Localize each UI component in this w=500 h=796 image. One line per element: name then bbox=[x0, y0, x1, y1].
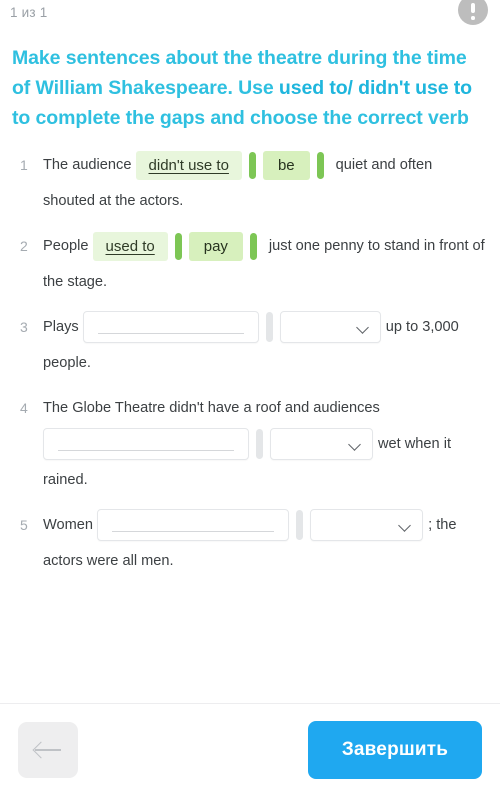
finish-button[interactable]: Завершить bbox=[308, 721, 482, 779]
separator-bar bbox=[296, 510, 304, 541]
task-title: Make sentences about the theatre during … bbox=[12, 43, 488, 133]
separator-bar bbox=[248, 151, 256, 179]
question-row: 2 People used to pay just one penny to sta… bbox=[14, 228, 488, 300]
question-row: 1 The audience didn't use to be quiet and … bbox=[14, 147, 488, 219]
answer-input[interactable]: used to bbox=[92, 231, 168, 261]
question-number: 4 bbox=[20, 400, 28, 416]
page-counter: 1 из 1 bbox=[10, 5, 48, 20]
question-lead-text: People bbox=[43, 238, 89, 254]
separator-bar bbox=[174, 232, 182, 260]
separator-bar bbox=[265, 312, 273, 343]
exclamation-circle-icon[interactable] bbox=[458, 0, 488, 25]
top-bar: 1 из 1 bbox=[0, 0, 500, 34]
answer-input[interactable]: didn't use to bbox=[135, 150, 242, 180]
verb-select[interactable] bbox=[279, 311, 381, 344]
footer-bar: Завершить bbox=[0, 704, 500, 796]
verb-select[interactable]: be bbox=[262, 150, 310, 180]
question-number: 5 bbox=[20, 517, 28, 533]
separator-bar bbox=[316, 151, 324, 179]
separator-bar bbox=[256, 429, 263, 460]
answer-input[interactable] bbox=[82, 311, 259, 344]
questions-list: 1 The audience didn't use to be quiet and … bbox=[0, 147, 500, 579]
verb-select[interactable] bbox=[270, 428, 373, 461]
back-arrow-icon bbox=[35, 749, 61, 751]
chevron-down-icon bbox=[350, 439, 361, 450]
question-number: 2 bbox=[20, 238, 28, 254]
question-lead-text: Plays bbox=[43, 319, 79, 335]
answer-input[interactable] bbox=[97, 509, 290, 542]
task-title-emphasis: used to/ didn't use to bbox=[278, 77, 472, 99]
task-title-part2: to complete the gaps and choose the corr… bbox=[12, 107, 469, 129]
back-button[interactable] bbox=[18, 722, 78, 778]
verb-select[interactable]: pay bbox=[188, 231, 243, 261]
question-row: 5 Women ; the actors were all men. bbox=[14, 507, 488, 579]
chevron-down-icon bbox=[358, 322, 369, 333]
question-row: 3 Plays up to 3,000 people. bbox=[14, 309, 488, 381]
question-number: 3 bbox=[20, 319, 28, 335]
question-number: 1 bbox=[20, 157, 28, 173]
question-lead-text: The audience bbox=[43, 157, 132, 173]
chevron-down-icon bbox=[400, 520, 411, 531]
answer-input[interactable] bbox=[43, 428, 249, 461]
question-lead-text: The Globe Theatre didn't have a roof and… bbox=[43, 400, 380, 416]
verb-select[interactable] bbox=[310, 509, 424, 542]
question-lead-text: Women bbox=[43, 517, 94, 533]
separator-bar bbox=[249, 232, 257, 260]
question-row: 4 The Globe Theatre didn't have a roof a… bbox=[14, 390, 488, 498]
